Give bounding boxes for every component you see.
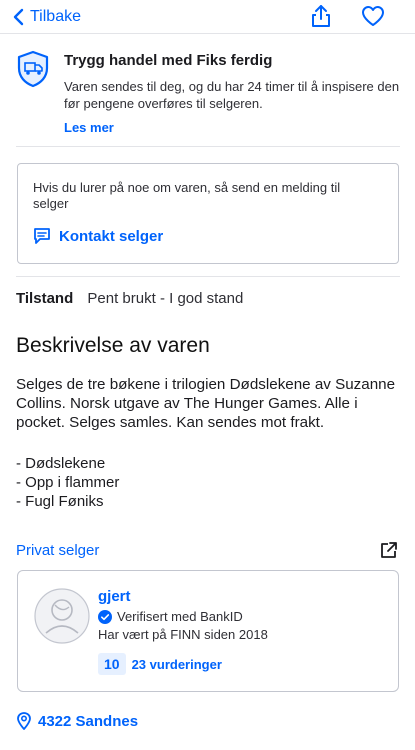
verified-row: Verifisert med BankID (98, 609, 243, 624)
condition-row: Tilstand Pent brukt - I god stand (16, 290, 243, 307)
description-list: - Dødslekene - Opp i flammer - Fugl Føni… (16, 454, 119, 511)
back-button[interactable]: Tilbake (12, 6, 81, 28)
divider (16, 146, 400, 147)
external-link-icon[interactable] (379, 540, 399, 560)
avatar-icon (34, 588, 90, 644)
top-nav-bar: Tilbake (0, 0, 415, 34)
chevron-left-icon (13, 8, 24, 26)
message-icon (34, 228, 50, 244)
rating-row[interactable]: 10 23 vurderinger (98, 653, 222, 675)
verified-badge-icon (98, 609, 112, 624)
rating-score: 10 (98, 653, 126, 675)
description-body: Selges de tre bøkene i trilogien Dødslek… (16, 376, 396, 431)
location-pin-icon (17, 712, 31, 730)
contact-seller-label: Kontakt selger (59, 227, 164, 245)
read-more-link[interactable]: Les mer (64, 120, 114, 135)
condition-label: Tilstand (16, 290, 74, 307)
share-icon (312, 5, 330, 27)
favorite-button[interactable] (360, 3, 386, 29)
description-title: Beskrivelse av varen (16, 334, 210, 357)
back-label: Tilbake (30, 8, 81, 25)
contact-hint: Hvis du lurer på noe om varen, så send e… (33, 180, 341, 211)
seller-name[interactable]: gjert (98, 588, 131, 605)
share-button[interactable] (308, 3, 334, 29)
location-link[interactable]: 4322 Sandnes (16, 712, 138, 730)
safe-trade-text: Varen sendes til deg, og du har 24 timer… (64, 79, 400, 111)
reviews-link[interactable]: 23 vurderinger (132, 657, 222, 672)
seller-type-link[interactable]: Privat selger (16, 542, 99, 559)
location-text: 4322 Sandnes (38, 712, 139, 730)
seller-card[interactable]: gjert Verifisert med BankID Har vært på … (17, 570, 399, 692)
divider (16, 276, 400, 277)
contact-seller-box: Hvis du lurer på noe om varen, så send e… (17, 163, 399, 264)
verified-text: Verifisert med BankID (117, 609, 243, 624)
list-item: - Dødslekene (16, 455, 106, 472)
list-item: - Fugl Føniks (16, 493, 104, 510)
safe-trade-title: Trygg handel med Fiks ferdig (64, 52, 273, 69)
shield-truck-icon (17, 50, 49, 88)
contact-seller-button[interactable]: Kontakt selger (33, 227, 163, 245)
heart-icon (362, 6, 384, 26)
member-since: Har vært på FINN siden 2018 (98, 627, 268, 642)
list-item: - Opp i flammer (16, 474, 120, 491)
condition-value: Pent brukt - I god stand (87, 290, 244, 307)
